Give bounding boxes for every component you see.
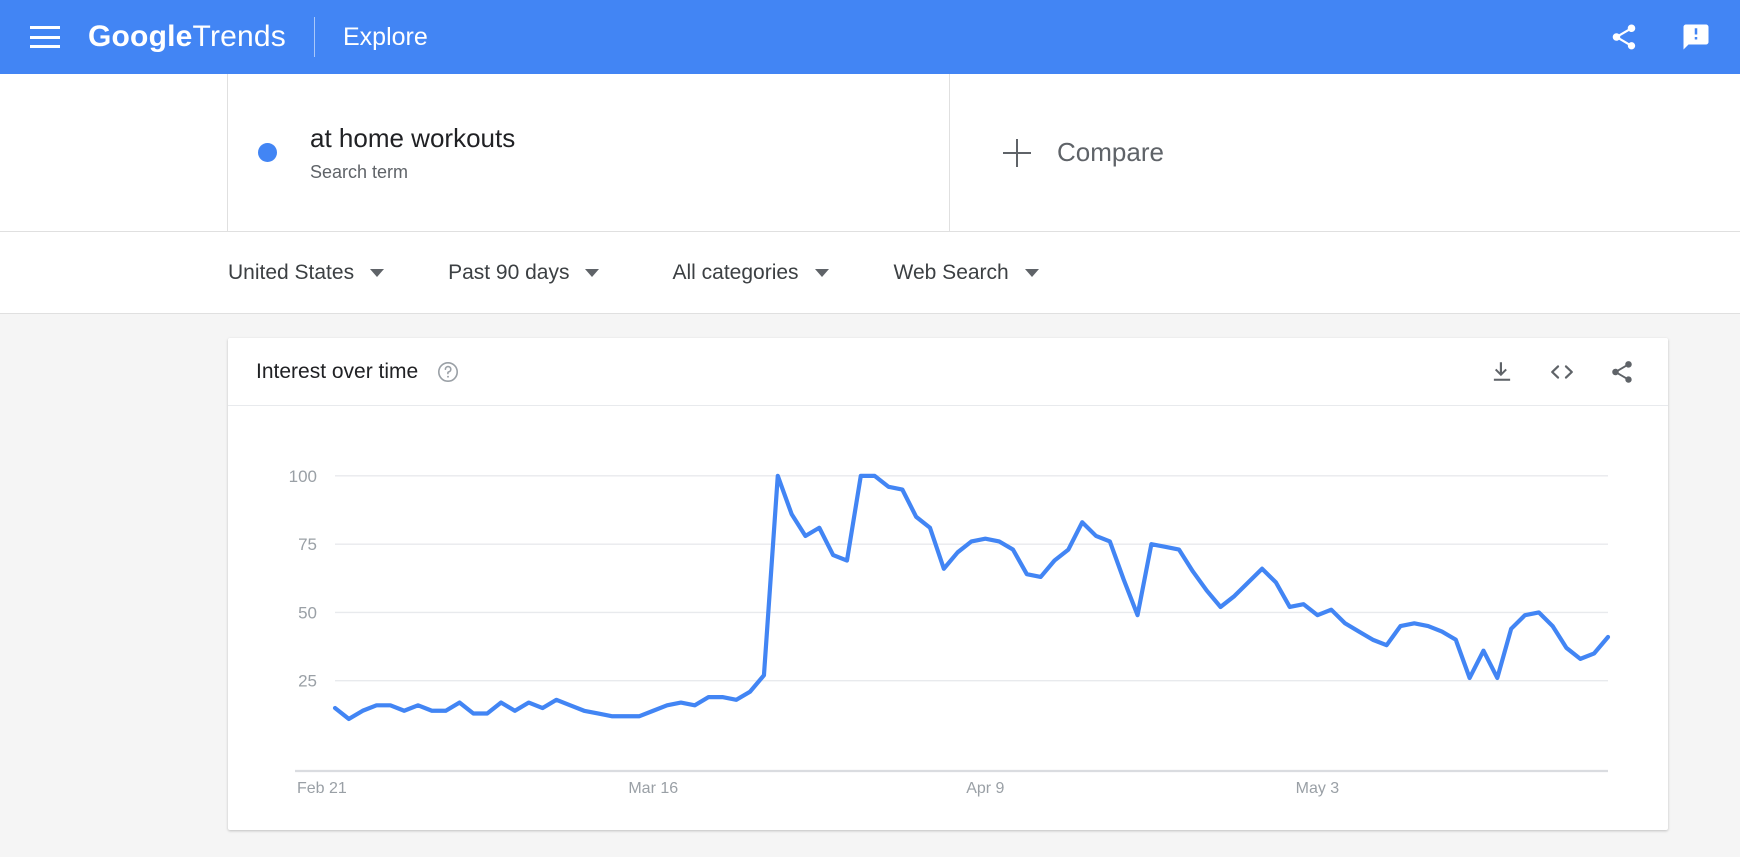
hamburger-bar xyxy=(30,26,60,29)
card-header: Interest over time xyxy=(228,338,1668,406)
filter-location[interactable]: United States xyxy=(228,260,385,285)
embed-code-icon[interactable] xyxy=(1548,358,1576,386)
x-axis-tick-label: Mar 16 xyxy=(628,780,678,797)
brand-logo[interactable]: GoogleTrends xyxy=(88,20,286,54)
filter-time-range[interactable]: Past 90 days xyxy=(448,260,600,285)
search-term-text: at home workouts Search term xyxy=(310,122,515,183)
x-axis-tick-label: May 3 xyxy=(1296,780,1340,797)
series-color-dot xyxy=(258,143,277,162)
brand-google: Google xyxy=(88,20,193,53)
search-term-cell[interactable]: at home workouts Search term xyxy=(228,74,950,231)
chevron-down-icon xyxy=(1024,268,1039,277)
filters-row: United States Past 90 days All categorie… xyxy=(0,232,1740,314)
hamburger-menu-icon[interactable] xyxy=(30,26,60,48)
x-axis-tick-label: Feb 21 xyxy=(297,780,347,797)
filter-category[interactable]: All categories xyxy=(672,260,829,285)
y-axis-tick-label: 100 xyxy=(289,467,317,486)
brand-trends: Trends xyxy=(192,20,286,53)
filter-location-label: United States xyxy=(228,260,355,284)
chart-line-series xyxy=(332,473,1611,722)
search-term-type: Search term xyxy=(310,161,409,182)
hamburger-bar xyxy=(30,45,60,48)
chevron-down-icon xyxy=(585,268,600,277)
chevron-down-icon xyxy=(370,268,385,277)
share-icon[interactable] xyxy=(1608,21,1640,53)
filter-time-range-label: Past 90 days xyxy=(448,260,570,284)
y-axis-tick-label: 50 xyxy=(298,603,317,622)
feedback-icon[interactable] xyxy=(1680,21,1712,53)
card-title: Interest over time xyxy=(256,359,419,383)
x-axis-tick-label: Apr 9 xyxy=(966,780,1004,797)
interest-over-time-card: Interest over time 25 50 75 100 Feb 21 M… xyxy=(228,338,1668,830)
filter-search-type-label: Web Search xyxy=(893,260,1009,284)
share-icon[interactable] xyxy=(1608,358,1636,386)
filter-search-type[interactable]: Web Search xyxy=(894,261,1039,285)
compare-label: Compare xyxy=(1057,137,1164,167)
app-header: GoogleTrends Explore xyxy=(0,0,1740,74)
query-row: at home workouts Search term Compare xyxy=(0,74,1740,232)
add-compare-button[interactable]: Compare xyxy=(950,74,1740,231)
card-actions xyxy=(1488,358,1636,386)
chevron-down-icon xyxy=(814,268,829,277)
nav-explore[interactable]: Explore xyxy=(343,23,428,52)
y-axis-tick-label: 25 xyxy=(298,672,317,691)
interest-over-time-chart[interactable]: 25 50 75 100 Feb 21 Mar 16 Apr 9 May 3 xyxy=(228,406,1668,829)
help-circle-icon[interactable] xyxy=(436,360,460,384)
search-term-value: at home workouts xyxy=(310,123,516,154)
header-actions xyxy=(1608,21,1712,53)
content-area: Interest over time 25 50 75 100 Feb 21 M… xyxy=(0,314,1740,857)
chart-canvas: 25 50 75 100 Feb 21 Mar 16 Apr 9 May 3 xyxy=(289,467,1611,797)
download-icon[interactable] xyxy=(1488,358,1516,386)
query-left-gutter xyxy=(0,74,228,231)
plus-icon xyxy=(1003,138,1031,167)
hamburger-bar xyxy=(30,35,60,39)
filter-category-label: All categories xyxy=(672,260,799,284)
y-axis-tick-label: 75 xyxy=(298,535,317,554)
header-divider xyxy=(314,17,315,57)
